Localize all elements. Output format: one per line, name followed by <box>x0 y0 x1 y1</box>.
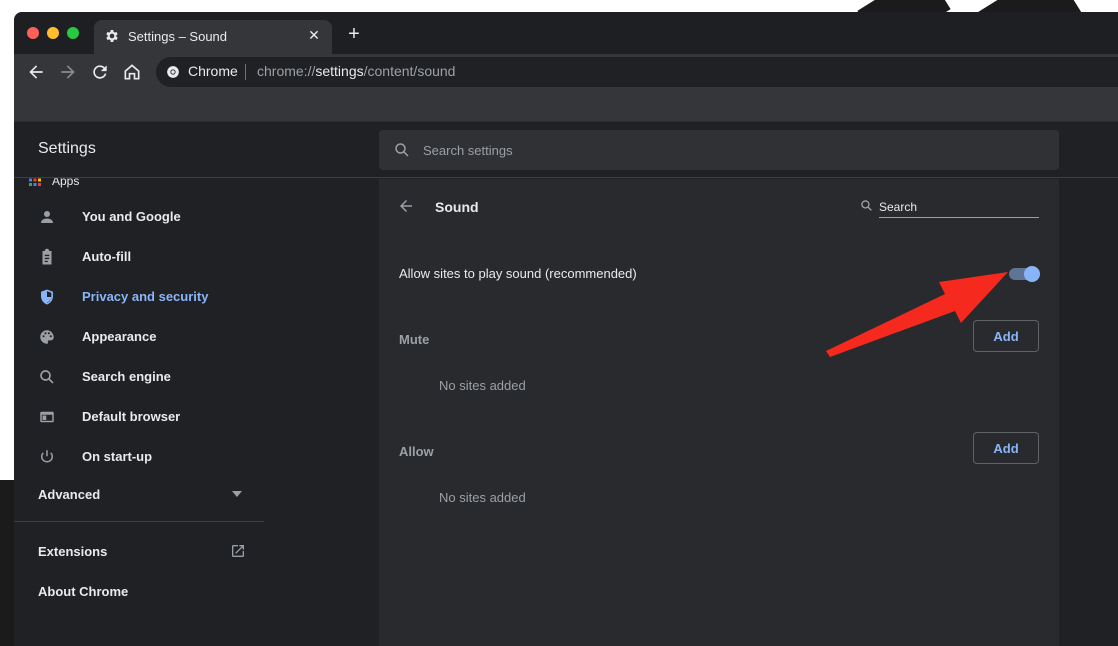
minimize-window-button[interactable] <box>47 27 59 39</box>
page-title: Settings <box>38 140 96 157</box>
mute-add-button[interactable]: Add <box>973 320 1039 352</box>
sidebar-item-extensions[interactable]: Extensions <box>38 544 107 559</box>
sidebar-item-label: You and Google <box>82 209 181 224</box>
sidebar-item-search-engine[interactable]: Search engine <box>14 357 264 397</box>
sound-settings-card: Sound Allow sites to play sound (recomme… <box>379 179 1059 646</box>
back-arrow-icon[interactable] <box>397 197 415 215</box>
subpage-title: Sound <box>435 199 479 215</box>
tab-close-icon[interactable]: ✕ <box>306 27 322 43</box>
person-icon <box>41 211 53 223</box>
sidebar-item-label: Default browser <box>82 409 181 424</box>
forward-arrow-icon[interactable] <box>58 62 78 82</box>
sidebar-item-you-and-google[interactable]: You and Google <box>14 197 264 237</box>
open-in-new-icon[interactable] <box>230 543 246 559</box>
address-bar[interactable]: Chrome chrome://settings/content/sound <box>156 57 1118 87</box>
toolbar: Chrome chrome://settings/content/sound <box>14 54 1118 90</box>
caret-down-icon[interactable] <box>232 491 242 497</box>
advanced-section-toggle[interactable]: Advanced <box>38 487 100 502</box>
mute-section-label: Mute <box>399 332 430 347</box>
browser-window: Settings – Sound ✕ + Chrome chrome://set… <box>14 12 1118 646</box>
allow-sound-toggle[interactable] <box>1009 266 1040 282</box>
settings-search-box[interactable] <box>379 130 1059 170</box>
sidebar-item-autofill[interactable]: Auto-fill <box>14 237 264 277</box>
allow-empty-note: No sites added <box>439 490 526 505</box>
sidebar-item-label: Search engine <box>82 369 171 384</box>
reload-icon[interactable] <box>90 62 110 82</box>
maximize-window-button[interactable] <box>67 27 79 39</box>
sidebar-item-label: Privacy and security <box>82 289 209 304</box>
site-chip: Chrome <box>188 63 238 79</box>
search-icon <box>861 200 872 211</box>
sidebar-item-default-browser[interactable]: Default browser <box>14 397 264 437</box>
desktop-edge <box>0 480 14 646</box>
tab-title: Settings – Sound <box>128 29 228 44</box>
chrome-icon <box>167 66 179 78</box>
sound-search-input[interactable] <box>879 196 1039 218</box>
settings-header: Settings <box>14 122 1118 178</box>
sidebar-item-label: On start-up <box>82 449 153 464</box>
sidebar-item-privacy-and-security[interactable]: Privacy and security <box>14 277 264 317</box>
settings-sidebar: You and Google Auto-fill Privacy and sec… <box>14 179 264 646</box>
sidebar-divider <box>14 521 264 522</box>
toggle-knob <box>1024 266 1040 282</box>
url-text[interactable]: chrome://settings/content/sound <box>257 63 455 79</box>
shield-icon <box>41 289 53 305</box>
palette-icon <box>40 330 54 344</box>
allow-add-button[interactable]: Add <box>973 432 1039 464</box>
sidebar-item-about-chrome[interactable]: About Chrome <box>38 584 128 599</box>
close-window-button[interactable] <box>27 27 39 39</box>
search-icon <box>40 370 54 384</box>
settings-search-input[interactable] <box>423 130 1023 170</box>
sidebar-item-on-startup[interactable]: On start-up <box>14 437 264 477</box>
sidebar-item-appearance[interactable]: Appearance <box>14 317 264 357</box>
bookmarks-bar: Apps <box>14 90 1118 188</box>
back-arrow-icon[interactable] <box>26 62 46 82</box>
right-gutter <box>1059 179 1118 646</box>
home-icon[interactable] <box>122 62 142 82</box>
browser-icon <box>40 411 54 423</box>
search-icon <box>395 143 409 157</box>
sidebar-item-label: Auto-fill <box>82 249 132 264</box>
power-icon <box>41 450 53 463</box>
tab-strip: Settings – Sound ✕ + <box>14 12 1118 54</box>
tab-settings-sound[interactable]: Settings – Sound ✕ <box>94 20 332 54</box>
clipboard-icon <box>42 248 52 265</box>
allow-sound-label: Allow sites to play sound (recommended) <box>399 266 637 281</box>
allow-section-label: Allow <box>399 444 434 459</box>
new-tab-button[interactable]: + <box>344 24 364 44</box>
omnibox-divider <box>245 64 246 80</box>
mute-empty-note: No sites added <box>439 378 526 393</box>
gear-icon <box>106 30 118 42</box>
sidebar-item-label: Appearance <box>82 329 157 344</box>
